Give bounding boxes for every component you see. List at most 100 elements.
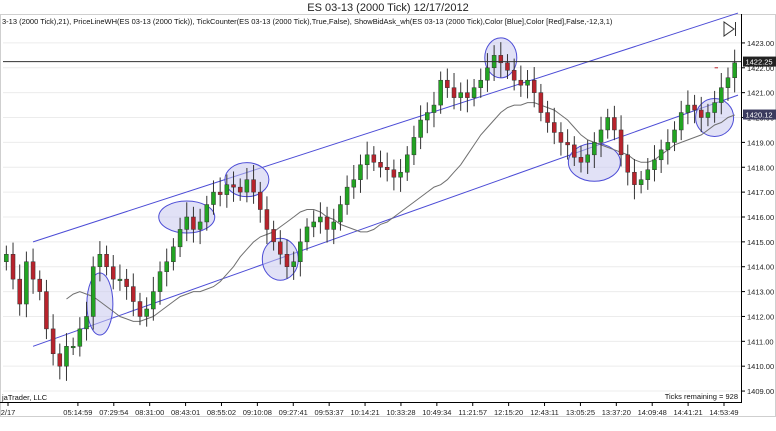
candle-body — [465, 92, 470, 98]
candle-body — [411, 137, 417, 156]
x-tick-label: 09:27:41 — [279, 408, 308, 417]
candle-body — [592, 142, 597, 156]
candle-body — [70, 346, 76, 349]
candle-body — [197, 221, 203, 230]
x-tick-label: 2/17 — [1, 408, 16, 417]
candle-body — [545, 112, 550, 123]
candle-body — [57, 353, 63, 367]
candle-body — [625, 154, 631, 173]
candle-body — [278, 241, 283, 255]
candle-body — [531, 79, 537, 93]
candle-body — [431, 104, 437, 113]
candle-body — [578, 157, 584, 163]
y-tick-label: 1421.00 — [747, 89, 774, 98]
y-tick-label: 1415.00 — [747, 238, 774, 247]
price-lines — [3, 61, 741, 69]
x-tick-label: 14:41:21 — [674, 408, 703, 417]
y-tick-label: 1414.00 — [747, 263, 774, 272]
candle-body — [505, 62, 510, 71]
candle-body — [104, 254, 109, 267]
candle-body — [110, 266, 116, 280]
x-tick-label: 10:49:34 — [422, 408, 451, 417]
x-tick-label: 12:43:11 — [530, 408, 559, 417]
candle-body — [284, 254, 290, 267]
candle-body — [17, 278, 22, 305]
candle-body — [324, 216, 330, 230]
candle-body — [50, 328, 56, 355]
x-tick-label: 05:14:59 — [63, 408, 92, 417]
candle-body — [90, 266, 96, 317]
y-tick-label: 1413.00 — [747, 288, 774, 297]
candle-body — [645, 169, 651, 180]
candle-body — [237, 186, 243, 193]
candle-body — [298, 241, 303, 262]
x-tick-label: 10:14:21 — [350, 408, 379, 417]
candle-body — [157, 271, 163, 292]
candle-body — [191, 216, 196, 230]
ma-price-label: 1420.12 — [745, 111, 772, 120]
candle-body — [251, 179, 256, 193]
candle-body — [565, 142, 570, 146]
candle-body — [618, 129, 624, 156]
candle-body — [732, 62, 737, 78]
candle-body — [224, 184, 230, 195]
candle-body — [585, 154, 590, 163]
candle-body — [458, 92, 463, 98]
candle-body — [264, 209, 270, 230]
y-axis-ticks: 1409.00 1410.00 1411.00 1412.00 1413.00 1414.… — [741, 39, 774, 396]
chart-frame — [0, 14, 776, 417]
candle-body — [391, 169, 397, 178]
x-axis-ticks: 2/17 05:14:59 07:29:54 08:31:00 08:43:01 08:5… — [1, 402, 739, 417]
candle-body — [184, 216, 190, 230]
candle-body — [438, 79, 443, 106]
indicator-label: 3-13 (2000 Tick),21), PriceLineWH(ES 03-… — [2, 17, 613, 26]
candle-body — [572, 144, 577, 158]
candle-body — [725, 77, 731, 88]
x-tick-label: 08:31:00 — [135, 408, 164, 417]
candle-body — [344, 186, 350, 205]
candle-body — [652, 159, 657, 170]
candle-body — [351, 179, 357, 188]
candle-body — [37, 278, 43, 292]
x-tick-label: 13:37:20 — [602, 408, 631, 417]
candle-body — [131, 286, 136, 302]
candle-body — [244, 179, 250, 193]
play-icon[interactable] — [720, 20, 738, 38]
candle-body — [658, 149, 664, 161]
candle-body — [231, 184, 236, 188]
highlight-ellipses — [86, 37, 735, 336]
y-tick-label: 1419.00 — [747, 138, 774, 147]
y-tick-label: 1410.00 — [747, 362, 774, 371]
candle-body — [24, 261, 29, 305]
candle-body — [257, 191, 263, 210]
x-tick-label: 14:09:48 — [638, 408, 667, 417]
candle-body — [358, 164, 363, 180]
candle-body — [404, 154, 410, 173]
y-tick-label: 1411.00 — [747, 337, 774, 346]
candle-body — [478, 79, 484, 88]
candle-body — [44, 291, 49, 330]
x-tick-label: 07:29:54 — [99, 408, 128, 417]
candle-body — [471, 87, 477, 98]
candle-body — [217, 191, 223, 195]
credit-label: jaTrader, LLC — [1, 393, 48, 402]
chart: ES 03-13 (2000 Tick) 12/17/2012 3-13 (20… — [0, 0, 776, 431]
candle-body — [171, 246, 176, 262]
highlight-ellipse — [86, 272, 114, 336]
candle-body — [445, 79, 450, 88]
ticks-remaining-label: Ticks remaining = 928 — [665, 392, 738, 401]
candle-body — [371, 154, 377, 163]
x-tick-label: 13:05:25 — [566, 408, 595, 417]
ma-price-badge: 1420.12 — [743, 109, 776, 120]
candle-body — [291, 261, 296, 267]
chart-title: ES 03-13 (2000 Tick) 12/17/2012 — [307, 2, 468, 14]
candle-body — [177, 229, 183, 248]
candle-body — [364, 154, 370, 166]
candle-body — [124, 278, 129, 287]
last-price-badge: 1422.25 — [743, 56, 776, 67]
candle-body — [77, 328, 83, 347]
candle-body — [612, 117, 617, 131]
candle-body — [551, 122, 557, 133]
candle-body — [398, 171, 403, 178]
candle-body — [151, 291, 156, 310]
